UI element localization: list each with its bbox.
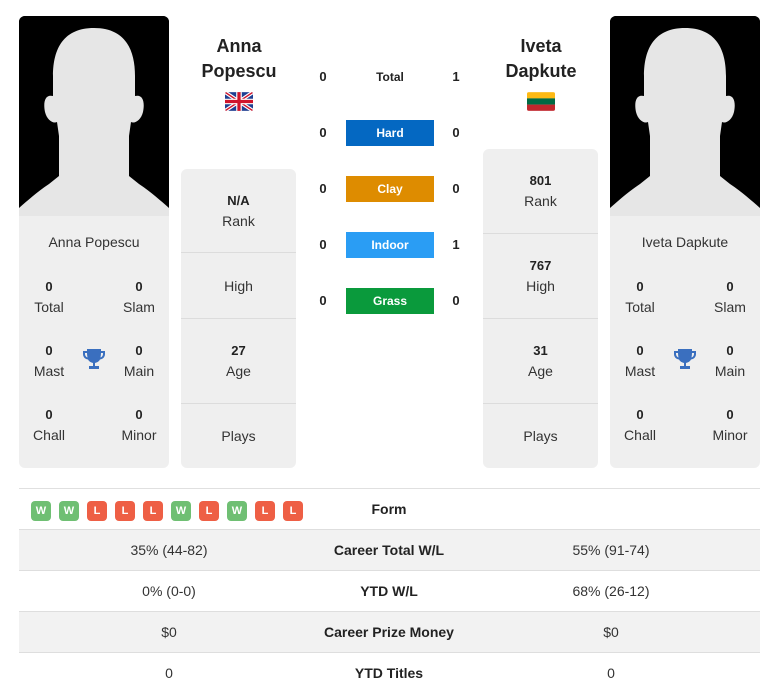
rank-cell: N/A Rank xyxy=(222,192,255,229)
titles-mast: 0 Mast xyxy=(624,343,656,379)
uk-flag-icon xyxy=(225,92,253,111)
stat-row-career-prize-money: $0 Career Prize Money $0 xyxy=(19,612,760,653)
player-left-titles-card: Anna Popescu 0 Total 0 Slam 0 Mast 0 Mai… xyxy=(19,216,169,468)
surface-indoor-badge[interactable]: Indoor xyxy=(346,232,434,258)
rank-cell: 801 Rank xyxy=(524,173,557,209)
player-right-name[interactable]: Iveta Dapkute xyxy=(610,234,760,250)
player-left-heading[interactable]: Anna Popescu xyxy=(174,34,304,84)
player-right-photo xyxy=(610,16,760,216)
titles-main: 0 Main xyxy=(123,343,155,379)
high-cell: 767 High xyxy=(483,233,598,318)
h2h-row-total: 0 Total 1 xyxy=(319,69,460,84)
titles-minor: 0 Minor xyxy=(121,407,157,443)
form-win-badge[interactable]: W xyxy=(31,501,51,521)
high-cell: High xyxy=(181,252,296,318)
plays-cell: Plays xyxy=(181,403,296,468)
titles-slam: 0 Slam xyxy=(714,279,746,315)
h2h-row-grass: 0 Grass 0 xyxy=(300,288,480,314)
titles-main: 0 Main xyxy=(714,343,746,379)
form-row: WWLLLWLWLL Form xyxy=(19,489,760,530)
player-left-photo xyxy=(19,16,169,216)
player-left-name[interactable]: Anna Popescu xyxy=(19,234,169,250)
titles-total: 0 Total xyxy=(34,279,64,315)
stat-row-career-total-wl: 35% (44-82) Career Total W/L 55% (91-74) xyxy=(19,530,760,571)
silhouette-icon xyxy=(610,16,760,216)
stat-row-ytd-wl: 0% (0-0) YTD W/L 68% (26-12) xyxy=(19,571,760,612)
titles-slam: 0 Slam xyxy=(123,279,155,315)
stat-row-ytd-titles: 0 YTD Titles 0 xyxy=(165,665,615,681)
titles-chall: 0 Chall xyxy=(624,407,656,443)
age-cell: 31 Age xyxy=(483,318,598,403)
titles-mast: 0 Mast xyxy=(33,343,65,379)
h2h-row-hard: 0 Hard 0 xyxy=(300,120,480,146)
player-right-titles-card: Iveta Dapkute 0 Total 0 Slam 0 Mast 0 Ma… xyxy=(610,216,760,468)
surface-clay-badge[interactable]: Clay xyxy=(346,176,434,202)
lithuania-flag-icon xyxy=(527,92,555,111)
h2h-row-clay: 0 Clay 0 xyxy=(300,176,480,202)
player-right-heading[interactable]: Iveta Dapkute xyxy=(476,34,606,84)
form-win-badge[interactable]: W xyxy=(59,501,79,521)
form-badges: WWLLLWLWLL xyxy=(31,501,303,521)
silhouette-icon xyxy=(19,16,169,216)
form-loss-badge[interactable]: L xyxy=(87,501,107,521)
form-loss-badge[interactable]: L xyxy=(199,501,219,521)
form-win-badge[interactable]: W xyxy=(227,501,247,521)
plays-cell: Plays xyxy=(483,403,598,468)
titles-chall: 0 Chall xyxy=(33,407,65,443)
form-win-badge[interactable]: W xyxy=(171,501,191,521)
titles-minor: 0 Minor xyxy=(712,407,748,443)
form-loss-badge[interactable]: L xyxy=(255,501,275,521)
surface-grass-badge[interactable]: Grass xyxy=(346,288,434,314)
age-cell: 27 Age xyxy=(181,318,296,403)
form-loss-badge[interactable]: L xyxy=(115,501,135,521)
trophy-icon xyxy=(674,349,696,369)
form-loss-badge[interactable]: L xyxy=(143,501,163,521)
surface-hard-badge[interactable]: Hard xyxy=(346,120,434,146)
titles-total: 0 Total xyxy=(625,279,655,315)
trophy-icon xyxy=(83,349,105,369)
player-right-rank-card: 801 Rank 767 High 31 Age Plays xyxy=(483,149,598,468)
player-left-rank-card: N/A Rank High 27 Age Plays xyxy=(181,169,296,468)
h2h-row-indoor: 0 Indoor 1 xyxy=(300,232,480,258)
